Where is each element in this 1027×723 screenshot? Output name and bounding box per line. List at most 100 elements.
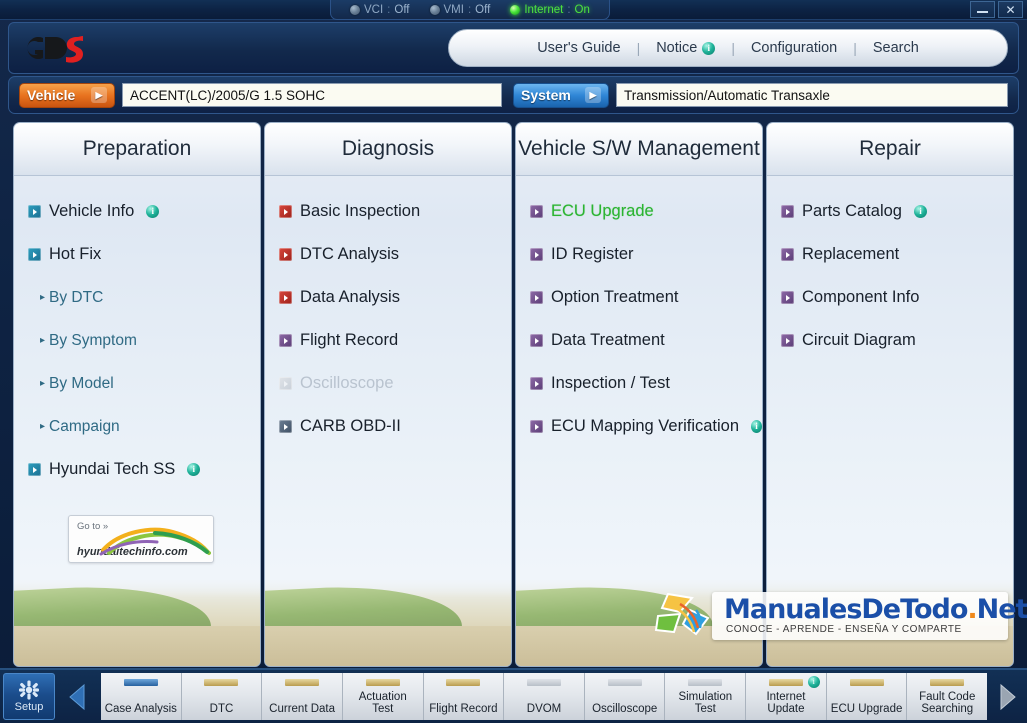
- menu-row-ecu-mapping-verification[interactable]: ECU Mapping Verification i: [516, 405, 762, 448]
- menu-row-hot-fix[interactable]: Hot Fix: [14, 233, 260, 276]
- menu-row-label: ID Register: [551, 245, 634, 263]
- menu-row-circuit-diagram[interactable]: Circuit Diagram: [767, 319, 1013, 362]
- menu-row-label: Inspection / Test: [551, 374, 670, 392]
- status-separator: :: [467, 3, 472, 16]
- menu-row-label: CARB OBD-II: [300, 417, 401, 435]
- toolbar-tab-ecu-upgrade[interactable]: ECU Upgrade: [826, 673, 908, 720]
- menu-bullet-icon: [530, 205, 543, 218]
- system-button-label: System: [521, 87, 571, 103]
- menu-row-component-info[interactable]: Component Info: [767, 276, 1013, 319]
- toolbar-tab-oscilloscope[interactable]: Oscilloscope: [584, 673, 666, 720]
- tab-chip-icon: [365, 679, 400, 686]
- toolbar-tab-simulation-test[interactable]: Simulation Test: [665, 673, 747, 720]
- menu-row-data-treatment[interactable]: Data Treatment: [516, 319, 762, 362]
- vehicle-value-field[interactable]: ACCENT(LC)/2005/G 1.5 SOHC: [122, 83, 502, 107]
- toolbar-tab-label: Actuation Test: [358, 691, 407, 715]
- status-separator: :: [387, 3, 391, 16]
- menu-bullet-icon: [279, 334, 292, 347]
- toolbar-tab-label: Oscilloscope: [592, 703, 658, 715]
- toolbar-tab-dtc[interactable]: DTC: [181, 673, 263, 720]
- system-value-field[interactable]: Transmission/Automatic Transaxle: [616, 83, 1008, 107]
- setup-button-label: Setup: [14, 701, 44, 713]
- menu-row-label: Circuit Diagram: [802, 331, 916, 349]
- menu-item-notice[interactable]: Notice i: [640, 40, 731, 56]
- panel-title: Diagnosis: [341, 137, 435, 160]
- tab-chip-icon: [688, 679, 723, 686]
- gds-logo: [21, 31, 107, 65]
- status-vci: VCI: Off: [340, 4, 420, 16]
- close-icon[interactable]: ✕: [998, 1, 1023, 18]
- toolbar-tab-internet-update[interactable]: Internet Update i: [746, 673, 827, 720]
- chevron-left-icon: [69, 683, 85, 710]
- menu-row-label: By Symptom: [49, 331, 137, 349]
- menu-row-by-symptom[interactable]: ▸ By Symptom: [14, 319, 260, 362]
- menu-row-basic-inspection[interactable]: Basic Inspection: [265, 190, 511, 233]
- vehicle-system-bar: Vehicle ▶ ACCENT(LC)/2005/G 1.5 SOHC Sys…: [8, 76, 1019, 114]
- menu-row-id-register[interactable]: ID Register: [516, 233, 762, 276]
- toolbar-prev-button[interactable]: [55, 670, 101, 723]
- tab-chip-icon: [527, 679, 562, 686]
- status-separator: :: [567, 3, 571, 16]
- menu-row-vehicle-info[interactable]: Vehicle Info i: [14, 190, 260, 233]
- menu-row-label: Basic Inspection: [300, 202, 421, 220]
- menu-row-hyundai-tech-ss[interactable]: Hyundai Tech SS i: [14, 448, 260, 491]
- menu-row-by-model[interactable]: ▸ By Model: [14, 362, 260, 405]
- menu-row-label: Vehicle Info: [49, 202, 135, 220]
- menu-row-inspection-test[interactable]: Inspection / Test: [516, 362, 762, 405]
- connection-status-cluster: VCI: Off VMI: Off Internet: On: [330, 0, 610, 20]
- status-label: Internet: [524, 3, 564, 16]
- menu-row-parts-catalog[interactable]: Parts Catalog i: [767, 190, 1013, 233]
- status-value: On: [574, 3, 590, 16]
- toolbar-tab-case-analysis[interactable]: Case Analysis: [101, 673, 182, 720]
- menu-row-label: By Model: [49, 374, 114, 392]
- status-value: Off: [475, 3, 491, 16]
- menu-row-label: Replacement: [802, 245, 900, 263]
- menu-row-carb-obd-ii[interactable]: CARB OBD-II: [265, 405, 511, 448]
- menu-row-flight-record[interactable]: Flight Record: [265, 319, 511, 362]
- toolbar-tab-flight-record[interactable]: Flight Record: [423, 673, 505, 720]
- info-badge-icon[interactable]: i: [751, 420, 762, 433]
- chevron-right-icon: ▶: [91, 87, 107, 103]
- hyundaitechinfo-link-button[interactable]: Go to » hyundaitechinfo.com: [68, 515, 214, 563]
- menu-row-option-treatment[interactable]: Option Treatment: [516, 276, 762, 319]
- menu-row-label: Hot Fix: [49, 245, 102, 263]
- toolbar-tab-actuation-test[interactable]: Actuation Test: [342, 673, 424, 720]
- menu-row-dtc-analysis[interactable]: DTC Analysis: [265, 233, 511, 276]
- menu-item-label: Configuration: [750, 40, 838, 56]
- menu-item-search[interactable]: Search: [857, 40, 935, 56]
- menu-item-user-s-guide[interactable]: User's Guide: [521, 40, 636, 56]
- panel-body: Vehicle Info i Hot Fix ▸ By DTC ▸ By Symptom ▸ B…: [14, 176, 260, 491]
- toolbar-tab-label: ECU Upgrade: [830, 703, 903, 715]
- toolbar-tab-fault-code-searching[interactable]: Fault Code Searching: [907, 673, 988, 720]
- menu-row-label: Hyundai Tech SS: [49, 460, 176, 478]
- system-select-button[interactable]: System ▶: [513, 82, 609, 108]
- toolbar-tab-dvom[interactable]: DVOM: [504, 673, 585, 720]
- status-label: VCI: [364, 3, 384, 16]
- toolbar-tab-label: Internet Update: [766, 691, 806, 715]
- menu-row-ecu-upgrade[interactable]: ECU Upgrade: [516, 190, 762, 233]
- menu-row-data-analysis[interactable]: Data Analysis: [265, 276, 511, 319]
- info-badge-icon[interactable]: i: [146, 205, 160, 218]
- vehicle-select-button[interactable]: Vehicle ▶: [19, 82, 115, 108]
- menu-bullet-icon: [530, 420, 543, 433]
- tab-chip-icon: [446, 679, 481, 686]
- toolbar-tab-current-data[interactable]: Current Data: [262, 673, 343, 720]
- menu-row-campaign[interactable]: ▸ Campaign: [14, 405, 260, 448]
- panel-diagnosis: Diagnosis Basic Inspection DTC Analysis Dat…: [264, 122, 512, 667]
- setup-button[interactable]: Setup: [3, 673, 55, 720]
- app-header: User's Guide | Notice i | Configuration | Searc…: [8, 22, 1019, 74]
- menu-row-label: Data Analysis: [300, 288, 400, 306]
- car-silhouette-icon: [99, 527, 211, 556]
- menu-row-replacement[interactable]: Replacement: [767, 233, 1013, 276]
- info-badge-icon[interactable]: i: [187, 463, 201, 476]
- minimize-button[interactable]: [970, 1, 995, 18]
- info-badge-icon[interactable]: i: [913, 205, 927, 218]
- menu-row-by-dtc[interactable]: ▸ By DTC: [14, 276, 260, 319]
- bottom-toolbar: Setup Case Analysis DTC Current Data Actuat…: [0, 668, 1027, 723]
- menu-row-label: By DTC: [49, 288, 104, 306]
- toolbar-next-button[interactable]: [987, 670, 1027, 723]
- tab-chip-icon: [204, 679, 239, 686]
- menu-bullet-icon: [781, 205, 794, 218]
- menu-item-configuration[interactable]: Configuration: [735, 40, 853, 56]
- tab-chip-icon: [285, 679, 320, 686]
